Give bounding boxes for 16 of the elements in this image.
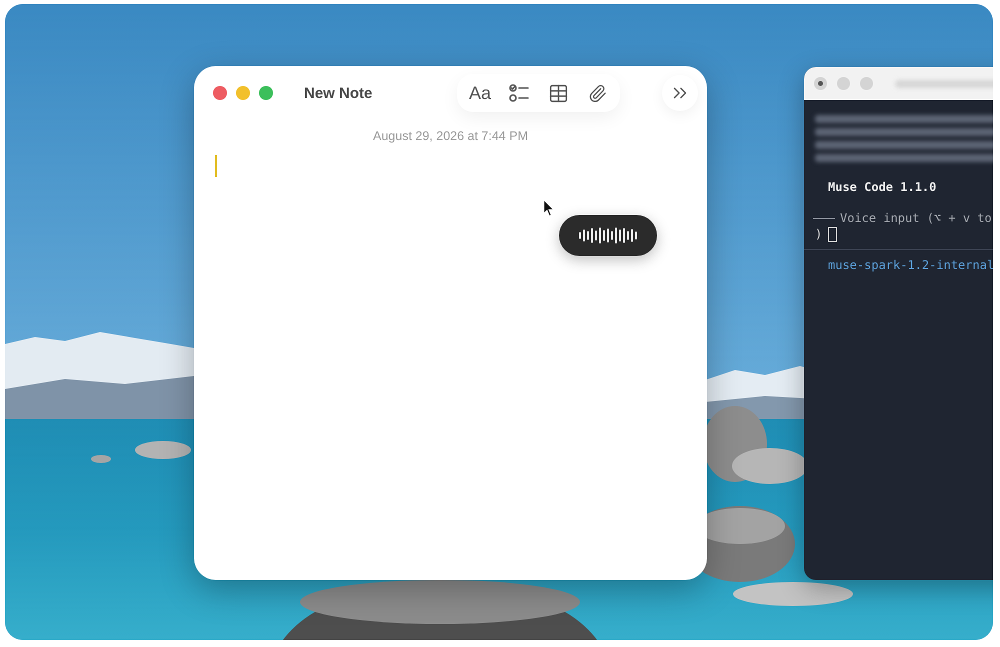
app-version-text: Muse Code 1.1.0 — [828, 179, 938, 195]
mouse-pointer-icon — [543, 199, 555, 217]
window-control-button[interactable] — [213, 86, 227, 100]
format-button[interactable]: Aa — [465, 78, 495, 108]
prompt-symbol: ) — [815, 226, 822, 242]
table-icon — [548, 82, 568, 104]
checklist-icon — [509, 84, 529, 102]
window-control-button[interactable] — [814, 77, 827, 90]
voice-input-hint: Voice input (⌥ + v to — [840, 210, 992, 226]
model-name: muse-spark-1.2-internal — [828, 257, 993, 273]
waveform-icon — [579, 227, 637, 244]
more-button[interactable] — [662, 75, 698, 111]
note-title: New Note — [304, 84, 372, 102]
note-date: August 29, 2026 at 7:44 PM — [373, 129, 528, 143]
block-cursor-icon — [828, 226, 838, 242]
paperclip-icon — [588, 84, 606, 102]
